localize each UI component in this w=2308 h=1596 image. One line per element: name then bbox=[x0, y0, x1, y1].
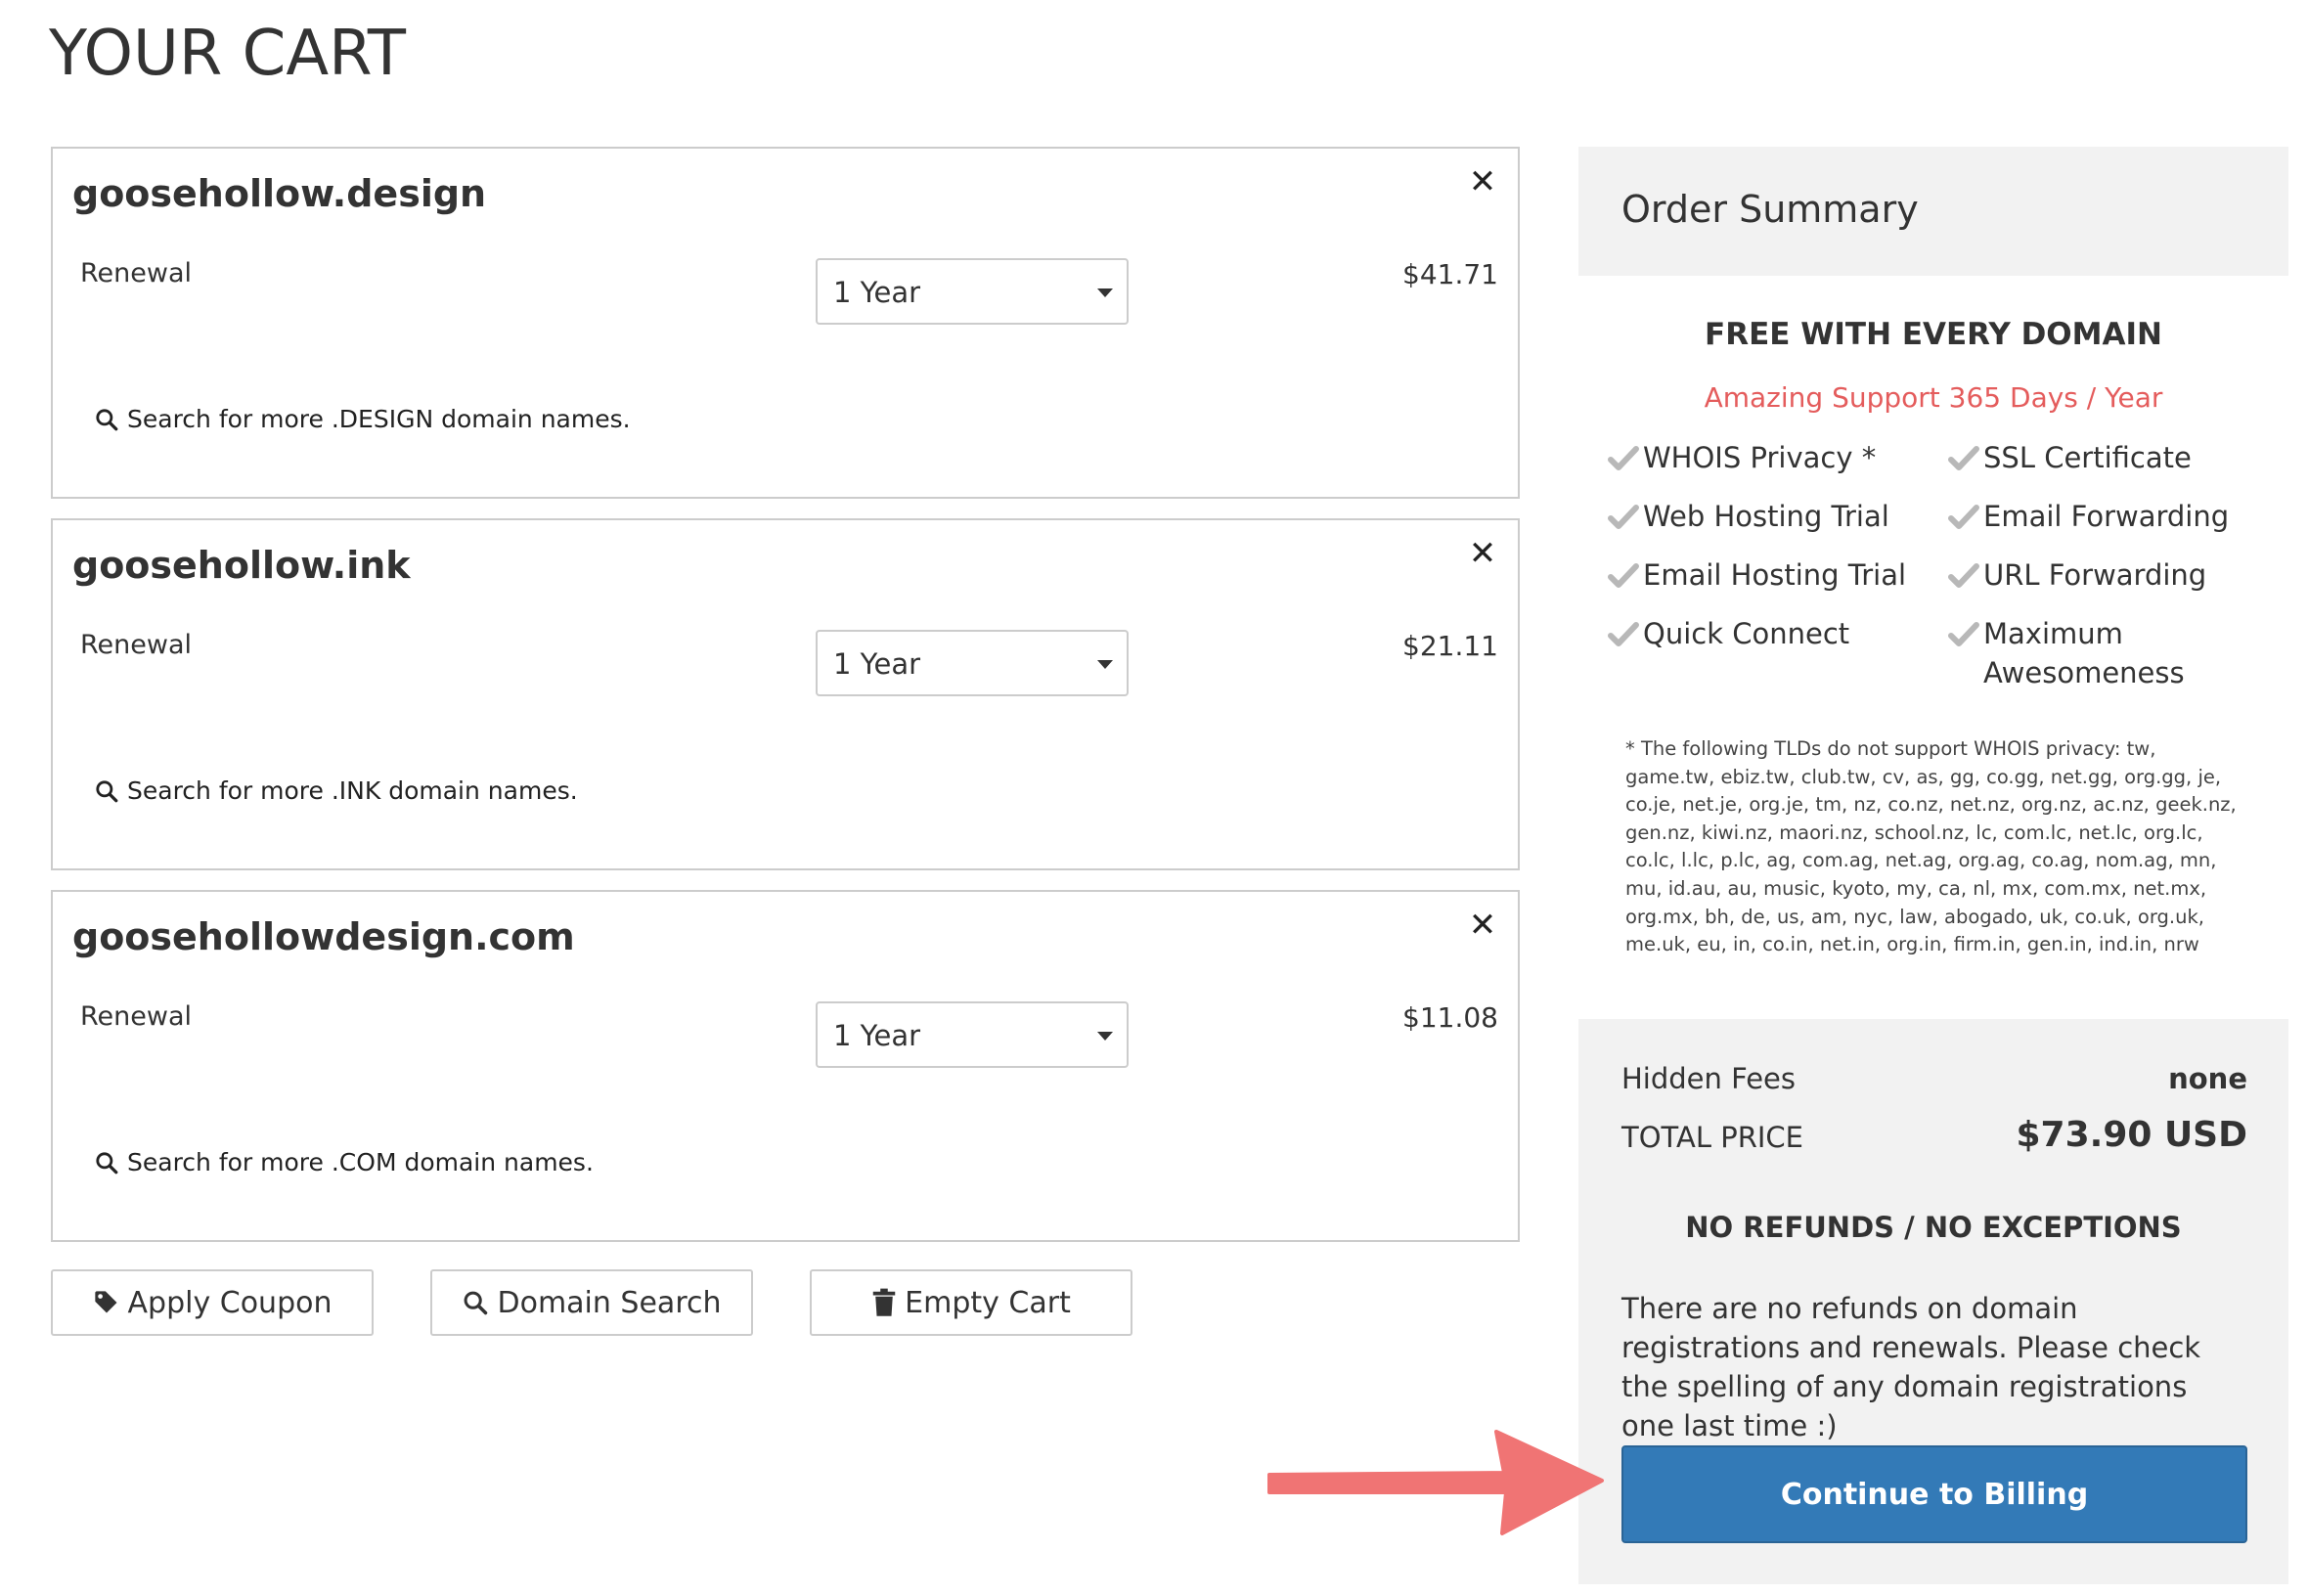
period-select[interactable]: 1 Year bbox=[816, 258, 1129, 325]
search-more-text: Search for more .INK domain names. bbox=[127, 776, 578, 805]
domain-name: goosehollowdesign.com bbox=[72, 915, 575, 958]
feature-item: Email Hosting Trial bbox=[1608, 555, 1927, 595]
close-icon: ✕ bbox=[1468, 534, 1497, 573]
total-price-label: TOTAL PRICE bbox=[1621, 1121, 1803, 1154]
search-icon bbox=[96, 408, 118, 430]
feature-label: Email Forwarding bbox=[1983, 500, 2230, 533]
domain-search-button[interactable]: Domain Search bbox=[430, 1269, 753, 1336]
checkmark-icon bbox=[1948, 446, 1979, 470]
item-type-label: Renewal bbox=[80, 1001, 193, 1032]
total-price-value: $73.90 USD bbox=[2016, 1115, 2248, 1155]
dropdown-caret-icon bbox=[1097, 288, 1113, 297]
close-icon: ✕ bbox=[1468, 162, 1497, 201]
period-select[interactable]: 1 Year bbox=[816, 630, 1129, 696]
feature-label: WHOIS Privacy * bbox=[1643, 441, 1877, 474]
empty-cart-label: Empty Cart bbox=[905, 1285, 1071, 1320]
page-title: YOUR CART bbox=[49, 18, 406, 90]
item-price: $11.08 bbox=[1402, 1001, 1498, 1034]
remove-item-button[interactable]: ✕ bbox=[1465, 164, 1500, 200]
period-select-value: 1 Year bbox=[833, 647, 921, 681]
domain-search-label: Domain Search bbox=[497, 1285, 722, 1320]
feature-item: Quick Connect bbox=[1608, 614, 1927, 653]
feature-label: Email Hosting Trial bbox=[1643, 558, 1907, 592]
dropdown-caret-icon bbox=[1097, 660, 1113, 669]
feature-label: Maximum Awesomeness bbox=[1983, 617, 2185, 689]
search-more-text: Search for more .DESIGN domain names. bbox=[127, 405, 631, 433]
domain-name: goosehollow.ink bbox=[72, 544, 411, 587]
order-summary-title: Order Summary bbox=[1621, 188, 1919, 231]
search-more-link[interactable]: Search for more .DESIGN domain names. bbox=[94, 405, 631, 433]
hidden-fees-label: Hidden Fees bbox=[1621, 1062, 1797, 1095]
feature-item: Maximum Awesomeness bbox=[1948, 614, 2267, 692]
annotation-arrow bbox=[1267, 1430, 1604, 1535]
search-icon bbox=[96, 1151, 118, 1174]
period-select[interactable]: 1 Year bbox=[816, 1001, 1129, 1068]
period-select-value: 1 Year bbox=[833, 276, 921, 309]
checkmark-icon bbox=[1608, 505, 1639, 529]
item-type-label: Renewal bbox=[80, 258, 193, 288]
empty-cart-button[interactable]: Empty Cart bbox=[810, 1269, 1132, 1336]
feature-label: Web Hosting Trial bbox=[1643, 500, 1889, 533]
feature-item: SSL Certificate bbox=[1948, 438, 2267, 477]
cart-item: goosehollow.design ✕ Renewal 1 Year $41.… bbox=[51, 147, 1520, 499]
continue-to-billing-label: Continue to Billing bbox=[1780, 1477, 2089, 1512]
continue-to-billing-button[interactable]: Continue to Billing bbox=[1621, 1445, 2247, 1543]
free-with-domain-title: FREE WITH EVERY DOMAIN bbox=[1705, 317, 2162, 352]
cart-item: goosehollowdesign.com ✕ Renewal 1 Year $… bbox=[51, 890, 1520, 1242]
checkmark-icon bbox=[1948, 563, 1979, 588]
dropdown-caret-icon bbox=[1097, 1032, 1113, 1041]
feature-item: Email Forwarding bbox=[1948, 497, 2267, 536]
checkmark-icon bbox=[1608, 446, 1639, 470]
feature-item: URL Forwarding bbox=[1948, 555, 2267, 595]
search-icon bbox=[465, 1291, 488, 1315]
checkmark-icon bbox=[1948, 505, 1979, 529]
checkmark-icon bbox=[1608, 563, 1639, 588]
order-summary-header: Order Summary bbox=[1578, 147, 2288, 276]
whois-footnote: * The following TLDs do not support WHOI… bbox=[1625, 737, 2237, 956]
checkmark-icon bbox=[1948, 622, 1979, 646]
domain-name: goosehollow.design bbox=[72, 172, 487, 215]
remove-item-button[interactable]: ✕ bbox=[1465, 536, 1500, 571]
search-more-text: Search for more .COM domain names. bbox=[127, 1148, 594, 1176]
checkmark-icon bbox=[1608, 622, 1639, 646]
support-tagline: Amazing Support 365 Days / Year bbox=[1704, 381, 2163, 414]
item-price: $41.71 bbox=[1402, 258, 1498, 290]
remove-item-button[interactable]: ✕ bbox=[1465, 908, 1500, 943]
close-icon: ✕ bbox=[1468, 906, 1497, 945]
feature-item: Web Hosting Trial bbox=[1608, 497, 1927, 536]
no-refunds-title: NO REFUNDS / NO EXCEPTIONS bbox=[1685, 1211, 2182, 1244]
apply-coupon-label: Apply Coupon bbox=[127, 1285, 333, 1320]
search-more-link[interactable]: Search for more .COM domain names. bbox=[94, 1148, 594, 1176]
search-icon bbox=[96, 779, 118, 802]
feature-label: Quick Connect bbox=[1643, 617, 1850, 650]
item-type-label: Renewal bbox=[80, 630, 193, 660]
refund-policy-text: There are no refunds on domain registrat… bbox=[1621, 1292, 2201, 1442]
trash-icon bbox=[872, 1288, 896, 1316]
item-price: $21.11 bbox=[1402, 630, 1498, 662]
tag-icon bbox=[94, 1291, 117, 1313]
feature-label: URL Forwarding bbox=[1983, 558, 2207, 592]
feature-item: WHOIS Privacy * bbox=[1608, 438, 1927, 477]
hidden-fees-value: none bbox=[2168, 1062, 2247, 1095]
feature-label: SSL Certificate bbox=[1983, 441, 2192, 474]
order-totals-panel: Hidden Fees none TOTAL PRICE $73.90 USD … bbox=[1578, 1019, 2288, 1584]
cart-item: goosehollow.ink ✕ Renewal 1 Year $21.11 … bbox=[51, 518, 1520, 870]
period-select-value: 1 Year bbox=[833, 1019, 921, 1052]
search-more-link[interactable]: Search for more .INK domain names. bbox=[94, 776, 578, 805]
apply-coupon-button[interactable]: Apply Coupon bbox=[51, 1269, 374, 1336]
